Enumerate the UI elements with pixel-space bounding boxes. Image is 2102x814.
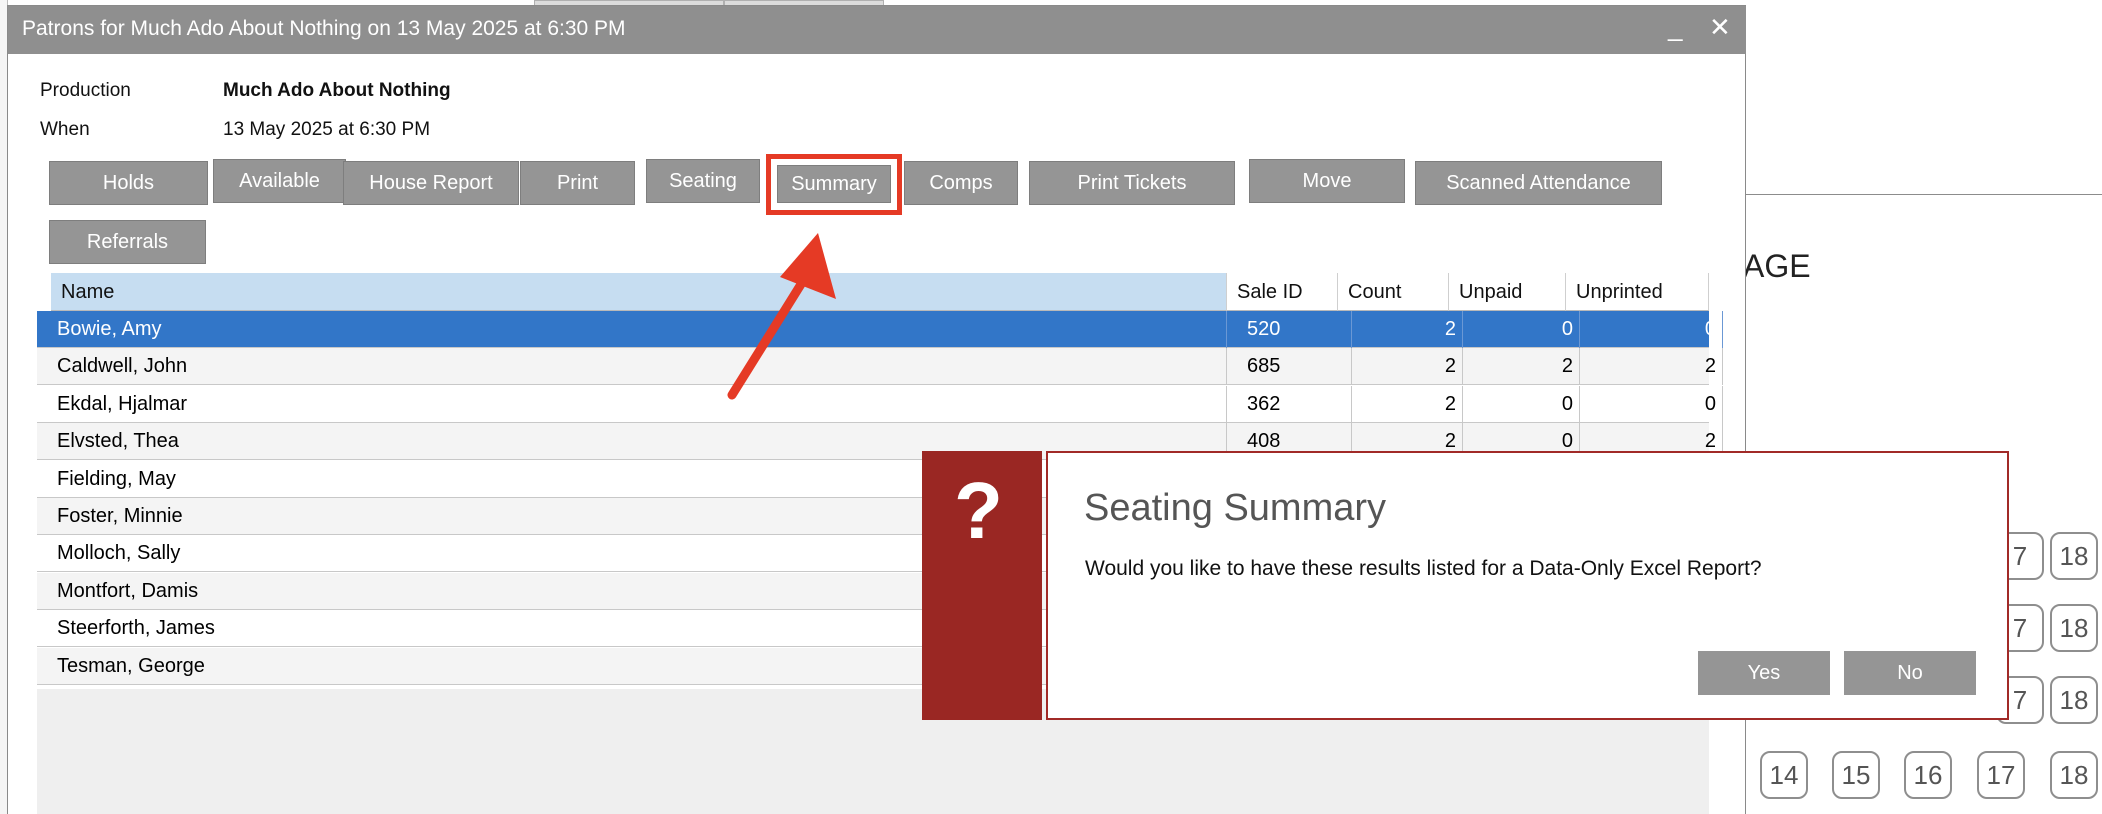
- cell-unprinted: 2: [1580, 348, 1723, 386]
- cell-unprinted: 0: [1580, 311, 1723, 348]
- column-header-sale-id[interactable]: Sale ID: [1227, 273, 1338, 311]
- comps-button[interactable]: Comps: [904, 161, 1018, 205]
- background-seat: 18: [2050, 604, 2098, 652]
- holds-button[interactable]: Holds: [49, 161, 208, 205]
- dialog-message: Would you like to have these results lis…: [1085, 557, 1762, 580]
- cell-sale-id: 685: [1241, 348, 1352, 386]
- cell-unpaid: 2: [1463, 348, 1580, 386]
- background-seat: 14: [1760, 751, 1808, 799]
- annotation-arrow-icon: [727, 233, 836, 400]
- seating-summary-dialog: Seating Summary Would you like to have t…: [1046, 451, 2009, 720]
- column-header-unprinted[interactable]: Unprinted: [1566, 273, 1709, 311]
- window-titlebar[interactable]: Patrons for Much Ado About Nothing on 13…: [8, 6, 1746, 54]
- cell-unpaid: 0: [1463, 385, 1580, 423]
- print-tickets-button[interactable]: Print Tickets: [1029, 161, 1235, 205]
- column-header-name[interactable]: Name: [51, 273, 1227, 311]
- table-header: Name Sale ID Count Unpaid Unprinted: [37, 273, 1709, 311]
- cell-count: 2: [1352, 348, 1463, 386]
- cell-unprinted: 0: [1580, 385, 1723, 423]
- cell-sale-id: 362: [1241, 385, 1352, 423]
- yes-button[interactable]: Yes: [1698, 651, 1830, 695]
- cell-count: 2: [1352, 311, 1463, 348]
- production-label: Production: [40, 80, 131, 101]
- column-header-unpaid[interactable]: Unpaid: [1449, 273, 1566, 311]
- background-seat: 15: [1832, 751, 1880, 799]
- background-stage-heading: AGE: [1743, 248, 1811, 284]
- cell-sale-id: 520: [1241, 311, 1352, 348]
- question-icon: ?: [922, 451, 1042, 720]
- background-seat: 17: [1977, 751, 2025, 799]
- available-button[interactable]: Available: [213, 159, 346, 203]
- minimize-button[interactable]: _: [1668, 12, 1682, 43]
- background-seat: 18: [2050, 676, 2098, 724]
- dialog-title: Seating Summary: [1084, 487, 1387, 529]
- cell-name: Ekdal, Hjalmar: [51, 385, 1227, 423]
- table-row[interactable]: Caldwell, John 685 2 2 2: [37, 348, 1723, 386]
- production-value: Much Ado About Nothing: [223, 80, 451, 101]
- referrals-button[interactable]: Referrals: [49, 220, 206, 264]
- cell-unpaid: 0: [1463, 311, 1580, 348]
- no-button[interactable]: No: [1844, 651, 1976, 695]
- background-seat: 18: [2050, 532, 2098, 580]
- house-report-button[interactable]: House Report: [343, 161, 519, 205]
- window-title: Patrons for Much Ado About Nothing on 13…: [22, 17, 626, 40]
- close-button[interactable]: ✕: [1709, 12, 1731, 43]
- background-seat: 18: [2050, 751, 2098, 799]
- column-header-count[interactable]: Count: [1338, 273, 1449, 311]
- summary-highlight-box: [766, 154, 902, 215]
- move-button[interactable]: Move: [1249, 159, 1405, 203]
- when-label: When: [40, 119, 90, 140]
- background-divider: [1746, 194, 2102, 195]
- print-button[interactable]: Print: [520, 161, 635, 205]
- table-row[interactable]: Bowie, Amy 520 2 0 0: [37, 311, 1723, 348]
- scanned-attendance-button[interactable]: Scanned Attendance: [1415, 161, 1662, 205]
- background-seat: 16: [1904, 751, 1952, 799]
- cell-name: Bowie, Amy: [51, 311, 1227, 348]
- cell-name: Caldwell, John: [51, 348, 1227, 386]
- when-value: 13 May 2025 at 6:30 PM: [223, 119, 431, 140]
- cell-count: 2: [1352, 385, 1463, 423]
- seating-button[interactable]: Seating: [646, 159, 760, 203]
- table-row[interactable]: Ekdal, Hjalmar 362 2 0 0: [37, 385, 1723, 423]
